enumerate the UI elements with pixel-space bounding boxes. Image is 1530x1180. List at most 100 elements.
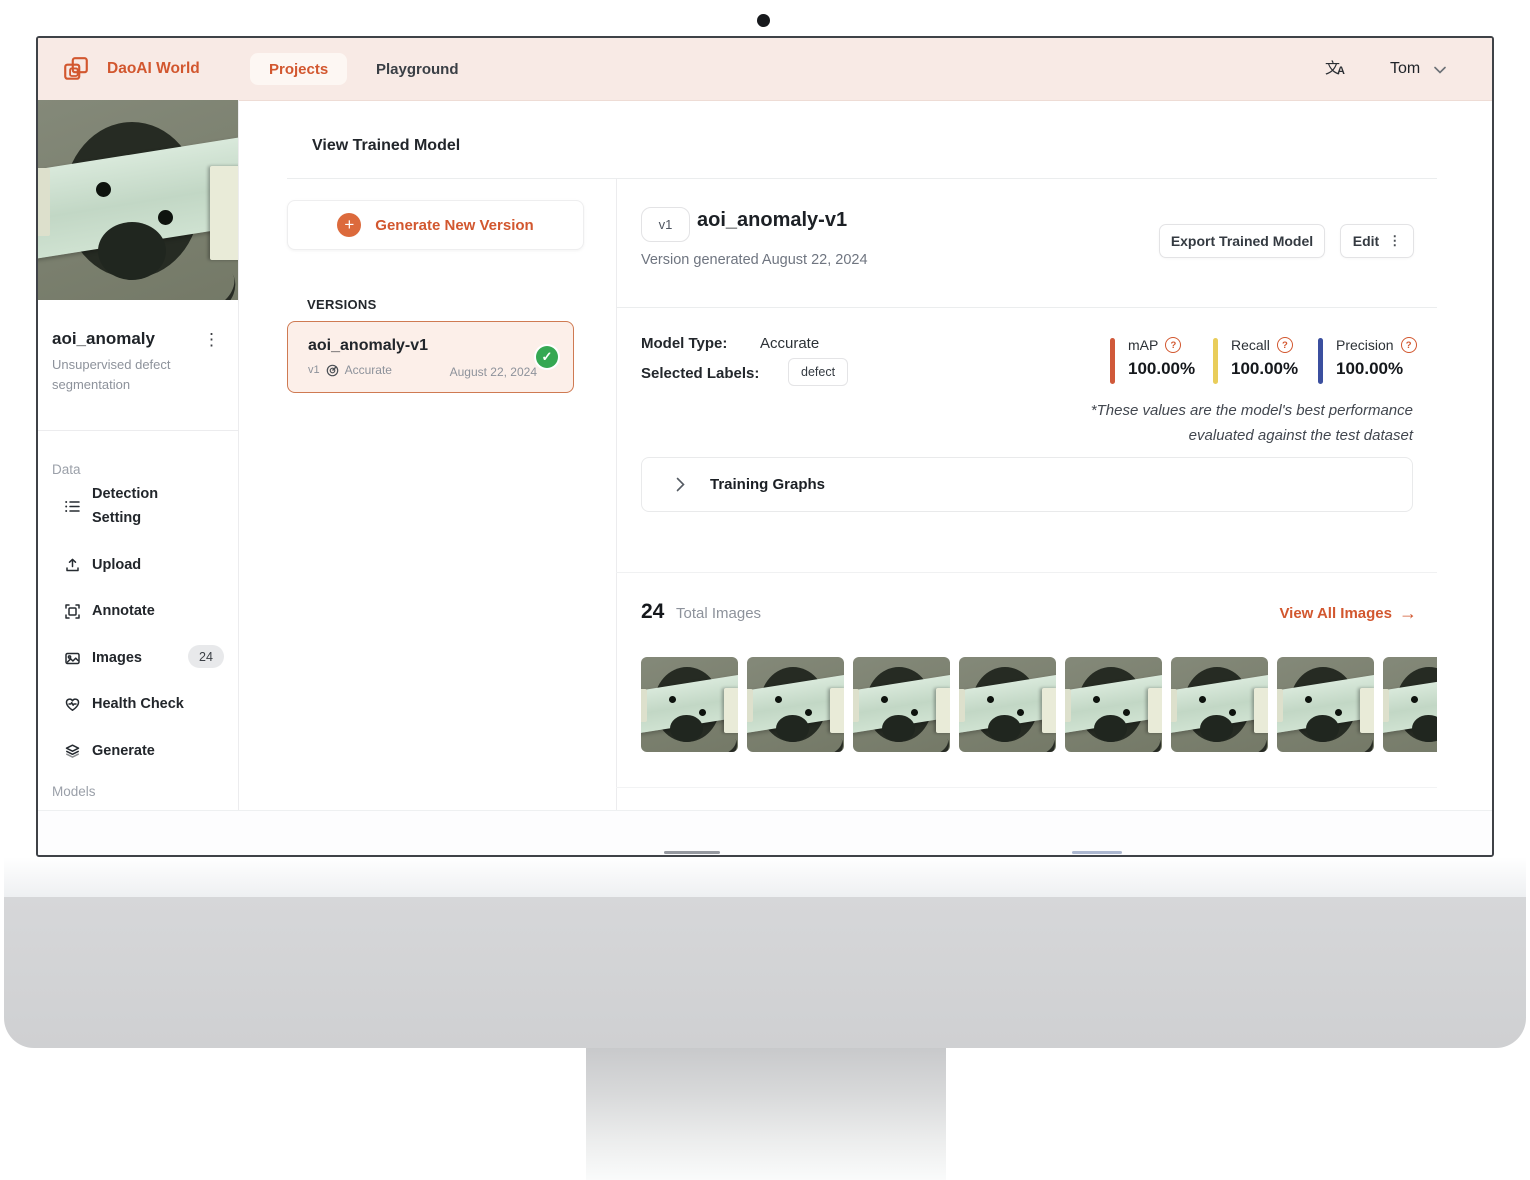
note-line-2: evaluated against the test dataset [1091,423,1413,448]
arrow-right-icon: → [1399,604,1417,622]
metric-name: mAP [1128,337,1158,353]
sidebar-item-generate[interactable]: Generate [64,739,155,763]
sidebar-divider [238,100,239,810]
export-trained-model-button[interactable]: Export Trained Model [1159,224,1325,258]
content-bottom [38,810,1492,856]
daoai-logo-icon [62,55,90,83]
image-thumbnail[interactable] [1171,657,1268,752]
upload-icon [64,557,81,574]
version-badge: v1 [641,207,690,242]
screen-reflection [1072,851,1122,854]
list-icon [64,498,81,515]
translate-icon[interactable]: 文A [1325,57,1351,83]
images-count-badge: 24 [188,645,224,668]
screen-reflection [664,851,720,854]
divider [616,307,1437,308]
sidebar-item-health-check[interactable]: Health Check [64,692,184,716]
training-graphs-label: Training Graphs [710,476,825,493]
metric-value: 100.00% [1336,359,1417,379]
version-name: aoi_anomaly-v1 [308,337,428,355]
metric-value: 100.00% [1128,359,1195,379]
image-thumbnail[interactable] [959,657,1056,752]
sidebar-item-upload[interactable]: Upload [64,553,141,577]
divider [287,178,1437,179]
generate-new-version-button[interactable]: + Generate New Version [287,200,584,250]
image-thumbnail[interactable] [853,657,950,752]
sidebar-item-label: Generate [92,739,155,763]
check-icon: ✓ [536,346,558,368]
target-icon [326,364,339,377]
kebab-menu-icon[interactable]: ⋮ [203,330,220,350]
metric-precision: Precision ? 100.00% [1318,337,1417,384]
generate-icon [64,743,81,760]
sidebar-item-detection-setting[interactable]: Detection Setting [64,482,202,530]
panel-divider [616,178,617,810]
images-icon [64,650,81,667]
training-graphs-expander[interactable]: Training Graphs [641,457,1413,512]
metric-name: Recall [1231,337,1270,353]
help-icon[interactable]: ? [1277,337,1293,353]
edit-label: Edit [1353,233,1379,249]
performance-note: *These values are the model's best perfo… [1091,398,1413,448]
help-icon[interactable]: ? [1165,337,1181,353]
generate-new-version-label: Generate New Version [375,217,533,234]
version-date: August 22, 2024 [450,365,537,379]
model-title: aoi_anomaly-v1 [697,209,847,232]
label-chip-defect: defect [788,358,848,386]
image-thumbnail[interactable] [1065,657,1162,752]
metric-value: 100.00% [1231,359,1298,379]
edit-menu-dots-icon: ⋮ [1388,233,1401,249]
version-meta: v1 Accurate [308,363,392,377]
metric-bar [1110,338,1115,384]
metric-recall: Recall ? 100.00% [1213,337,1298,384]
section-label-data: Data [52,462,81,477]
divider [616,572,1437,573]
monitor-body [4,897,1526,1048]
view-all-images-link[interactable]: View All Images → [1279,604,1417,622]
monitor-chin [4,857,1526,897]
health-check-icon [64,696,81,713]
section-label-models: Models [52,784,96,799]
image-thumbnail[interactable] [1277,657,1374,752]
image-thumbnail[interactable] [747,657,844,752]
sidebar-item-label: Upload [92,553,141,577]
plus-icon: + [337,213,361,237]
model-subtitle: Version generated August 22, 2024 [641,252,868,268]
versions-heading: VERSIONS [307,297,377,312]
note-line-1: *These values are the model's best perfo… [1091,398,1413,423]
edit-button[interactable]: Edit ⋮ [1340,224,1414,258]
image-thumbnail[interactable] [641,657,738,752]
metric-bar [1318,338,1323,384]
annotate-icon [64,603,81,620]
project-cover-image [38,100,238,300]
top-nav: DaoAI World Projects Playground 文A Tom [38,38,1492,101]
tab-projects[interactable]: Projects [250,53,347,85]
help-icon[interactable]: ? [1401,337,1417,353]
total-images-count: 24 [641,600,664,624]
sidebar-item-label: Health Check [92,692,184,716]
metric-name: Precision [1336,337,1394,353]
tab-playground[interactable]: Playground [376,38,459,100]
page-title: View Trained Model [312,137,460,155]
user-name: Tom [1390,60,1420,78]
total-images-label: Total Images [676,605,761,622]
monitor-screen: DaoAI World Projects Playground 文A Tom a… [36,36,1494,857]
version-card[interactable]: aoi_anomaly-v1 v1 Accurate August 22, 20… [287,321,574,393]
metric-bar [1213,338,1218,384]
sidebar-item-images[interactable]: Images [64,646,142,670]
version-tag: v1 [308,364,320,376]
user-menu[interactable]: Tom [1390,38,1446,100]
webcam-dot [757,14,770,27]
model-type-value: Accurate [760,335,819,352]
sidebar-item-label: Images [92,646,142,670]
project-description: Unsupervised defect segmentation [52,355,180,394]
sidebar-item-label: Detection Setting [92,482,202,530]
selected-labels-label: Selected Labels: [641,365,759,382]
model-type-label: Model Type: [641,335,727,352]
sidebar-item-label: Annotate [92,599,155,623]
image-thumbnail[interactable] [1383,657,1437,752]
sidebar-item-annotate[interactable]: Annotate [64,599,155,623]
version-model-type: Accurate [345,363,392,377]
metric-map: mAP ? 100.00% [1110,337,1195,384]
monitor-stand [586,1048,946,1180]
